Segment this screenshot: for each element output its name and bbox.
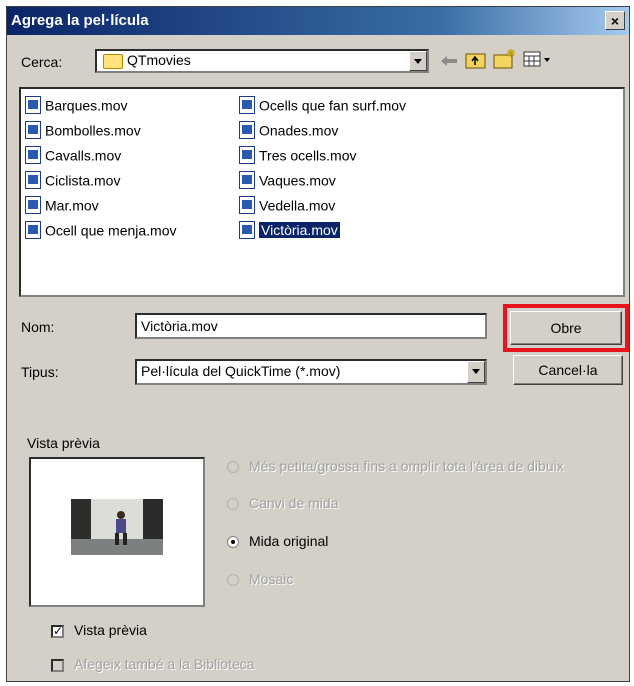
movie-file-icon: [25, 196, 41, 215]
look-in-label: Cerca:: [21, 54, 63, 70]
filetype-select[interactable]: Pel·lícula del QuickTime (*.mov): [135, 359, 487, 385]
movie-file-icon: [239, 146, 255, 165]
list-item[interactable]: Onades.mov: [239, 118, 338, 140]
movie-file-icon: [25, 146, 41, 165]
list-item[interactable]: Ocell que menja.mov: [25, 218, 177, 240]
list-item-selected[interactable]: Victòria.mov: [239, 218, 340, 240]
list-item[interactable]: Vedella.mov: [239, 193, 335, 215]
view-menu-icon[interactable]: [523, 51, 553, 69]
original-size-radio[interactable]: Mida original: [227, 530, 328, 552]
open-button[interactable]: Obre: [510, 311, 622, 345]
preview-label: Vista prèvia: [27, 435, 100, 451]
movie-file-icon: [239, 96, 255, 115]
list-item[interactable]: Tres ocells.mov: [239, 143, 357, 165]
resize-radio[interactable]: Canvi de mida: [227, 492, 339, 514]
movie-file-icon: [25, 171, 41, 190]
movie-file-icon: [239, 221, 255, 240]
add-movie-dialog: Agrega la pel·lícula × Cerca: QTmovies B…: [6, 6, 630, 682]
list-item[interactable]: Barques.mov: [25, 93, 127, 115]
radio-indicator: [227, 536, 239, 549]
filetype-label: Tipus:: [21, 364, 59, 380]
add-to-library-checkbox[interactable]: Afegeix també a la Biblioteca: [51, 653, 255, 675]
list-item[interactable]: Mar.mov: [25, 193, 99, 215]
list-item[interactable]: Bombolles.mov: [25, 118, 141, 140]
radio-indicator: [227, 461, 239, 474]
filename-label: Nom:: [21, 319, 55, 335]
folder-icon: [103, 54, 123, 69]
filename-input[interactable]: Victòria.mov: [135, 313, 487, 339]
filetype-dropdown-arrow[interactable]: [467, 361, 485, 383]
tile-radio[interactable]: Mosaic: [227, 568, 293, 590]
list-item[interactable]: Ocells que fan surf.mov: [239, 93, 406, 115]
radio-indicator: [227, 498, 239, 511]
preview-pane: [29, 457, 205, 607]
filetype-value: Pel·lícula del QuickTime (*.mov): [141, 363, 341, 379]
title-bar: Agrega la pel·lícula ×: [7, 7, 629, 35]
cancel-button[interactable]: Cancel·la: [513, 355, 623, 385]
video-thumbnail: [71, 499, 163, 555]
up-folder-icon[interactable]: [465, 50, 487, 70]
look-in-value: QTmovies: [127, 52, 191, 68]
list-item[interactable]: Ciclista.mov: [25, 168, 120, 190]
look-in-select[interactable]: QTmovies: [95, 49, 429, 73]
list-item[interactable]: Cavalls.mov: [25, 143, 121, 165]
checkmark-icon: ✓: [51, 623, 64, 638]
close-button[interactable]: ×: [605, 11, 625, 30]
radio-indicator: [227, 574, 239, 587]
movie-file-icon: [25, 221, 41, 240]
preview-checkbox[interactable]: ✓ Vista prèvia: [51, 619, 147, 641]
window-title: Agrega la pel·lícula: [11, 12, 149, 29]
fill-area-radio[interactable]: Més petita/grossa fins a omplir tota l'à…: [227, 455, 564, 477]
new-folder-icon[interactable]: [493, 48, 517, 70]
movie-file-icon: [25, 96, 41, 115]
list-item[interactable]: Vaques.mov: [239, 168, 336, 190]
movie-file-icon: [239, 121, 255, 140]
movie-file-icon: [25, 121, 41, 140]
file-list[interactable]: Barques.mov Bombolles.mov Cavalls.mov Ci…: [19, 87, 625, 297]
back-icon[interactable]: [439, 53, 459, 69]
look-in-dropdown-arrow[interactable]: [409, 51, 427, 71]
checkbox-indicator: [51, 658, 64, 672]
movie-file-icon: [239, 196, 255, 215]
movie-file-icon: [239, 171, 255, 190]
